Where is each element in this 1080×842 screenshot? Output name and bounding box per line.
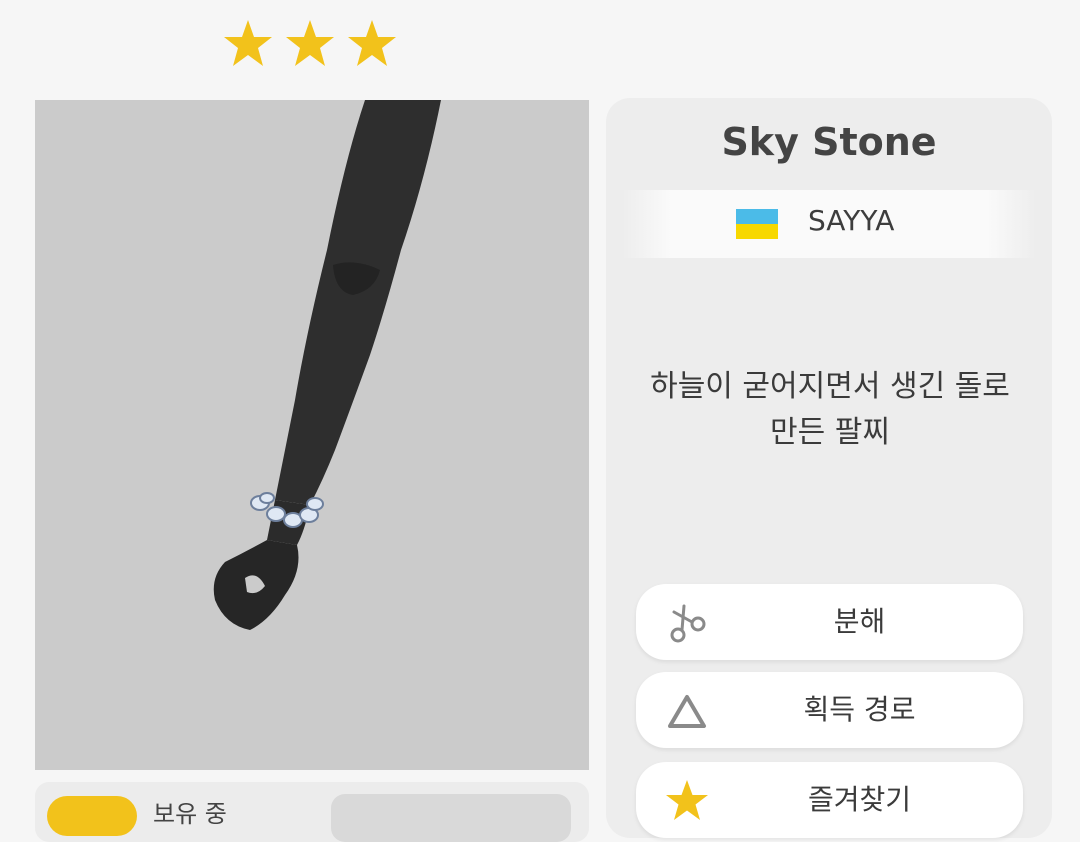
star-icon bbox=[222, 18, 274, 70]
arm-model-image bbox=[213, 100, 441, 630]
description-line: 만든 팔찌 bbox=[770, 415, 890, 450]
star-icon bbox=[346, 18, 398, 70]
item-description: 하늘이 굳어지면서 생긴 돌로 만든 팔찌 bbox=[630, 364, 1030, 456]
item-preview[interactable] bbox=[35, 100, 589, 770]
star-icon bbox=[664, 778, 710, 824]
acquisition-route-button[interactable]: 획득 경로 bbox=[636, 672, 1023, 748]
disassemble-button[interactable]: 분해 bbox=[636, 584, 1023, 660]
inventory-bar: 보유 중 bbox=[35, 782, 589, 842]
creator-name[interactable]: SAYYA bbox=[808, 204, 894, 237]
item-name: Sky Stone bbox=[721, 120, 937, 164]
owned-count-badge bbox=[47, 796, 137, 836]
acquisition-route-label: 획득 경로 bbox=[803, 693, 916, 726]
star-icon bbox=[284, 18, 336, 70]
favorite-button[interactable]: 즐겨찾기 bbox=[636, 762, 1023, 838]
triangle-icon bbox=[664, 688, 710, 734]
ukraine-flag-icon bbox=[736, 209, 778, 239]
owned-label: 보유 중 bbox=[153, 800, 227, 828]
quantity-box[interactable] bbox=[331, 794, 571, 842]
disassemble-label: 분해 bbox=[833, 605, 886, 638]
favorite-label: 즐겨찾기 bbox=[807, 783, 912, 816]
scissors-icon bbox=[664, 600, 710, 646]
rarity-stars bbox=[222, 18, 398, 70]
description-line: 하늘이 굳어지면서 생긴 돌로 bbox=[650, 369, 1010, 404]
